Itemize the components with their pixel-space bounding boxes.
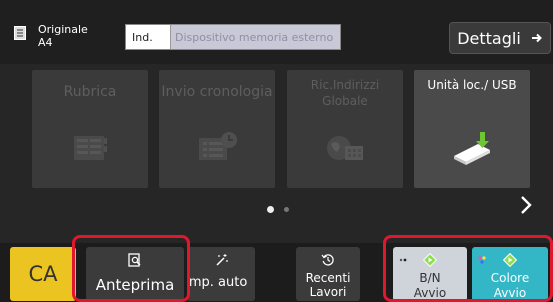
- address-book-icon: [74, 136, 107, 160]
- magic-wand-icon: [216, 254, 228, 266]
- recent-jobs-label-line2: Lavori: [309, 285, 347, 299]
- tile-label: Rubrica: [63, 84, 117, 100]
- page-indicator: [258, 204, 298, 214]
- clear-all-button[interactable]: CA: [10, 247, 76, 301]
- history-clock-icon: [321, 254, 334, 266]
- tile-global-address-search[interactable]: Ric.Indirizzi Globale: [287, 70, 403, 188]
- arrow-right-icon: [531, 33, 542, 43]
- destination-tiles: Rubrica Invio cronologia Ric.Indirizzi G…: [0, 64, 553, 244]
- address-input[interactable]: [171, 25, 340, 49]
- header-bar: Originale A4 Ind. Dettagli: [0, 0, 553, 64]
- start-buttons-highlight-frame: [383, 235, 553, 302]
- original-label[interactable]: Originale: [38, 24, 88, 35]
- auto-settings-label: Imp. auto: [187, 275, 248, 290]
- preview-highlight-frame: [72, 235, 190, 302]
- recent-jobs-label: Recenti Lavori: [296, 271, 360, 299]
- tile-send-history[interactable]: Invio cronologia: [159, 70, 275, 188]
- tile-usb-local-drive[interactable]: Unità loc./ USB: [414, 70, 530, 188]
- auto-settings-button[interactable]: Imp. auto: [187, 247, 255, 301]
- address-field[interactable]: Ind.: [125, 24, 341, 50]
- page-dot-active: [267, 205, 274, 213]
- original-size[interactable]: A4: [38, 37, 53, 48]
- page-dot: [284, 206, 289, 212]
- recent-jobs-label-line1: Recenti: [305, 271, 351, 285]
- tile-address-book[interactable]: Rubrica: [32, 70, 148, 188]
- global-address-search-icon: [327, 136, 363, 160]
- tile-label: Unità loc./ USB: [427, 78, 517, 92]
- details-label: Dettagli: [457, 28, 521, 48]
- screen: Originale A4 Ind. Dettagli Rubrica: [0, 0, 553, 302]
- usb-local-drive-icon: [454, 132, 490, 165]
- tile-label: Ric.Indirizzi Globale: [310, 78, 380, 108]
- send-history-icon: [199, 132, 237, 160]
- details-button[interactable]: Dettagli: [449, 22, 551, 54]
- chevron-right-icon[interactable]: [519, 194, 533, 216]
- tile-label: Invio cronologia: [161, 84, 273, 100]
- original-document-icon: [14, 26, 26, 40]
- address-prefix-button[interactable]: Ind.: [126, 25, 171, 49]
- recent-jobs-button[interactable]: Recenti Lavori: [296, 247, 360, 301]
